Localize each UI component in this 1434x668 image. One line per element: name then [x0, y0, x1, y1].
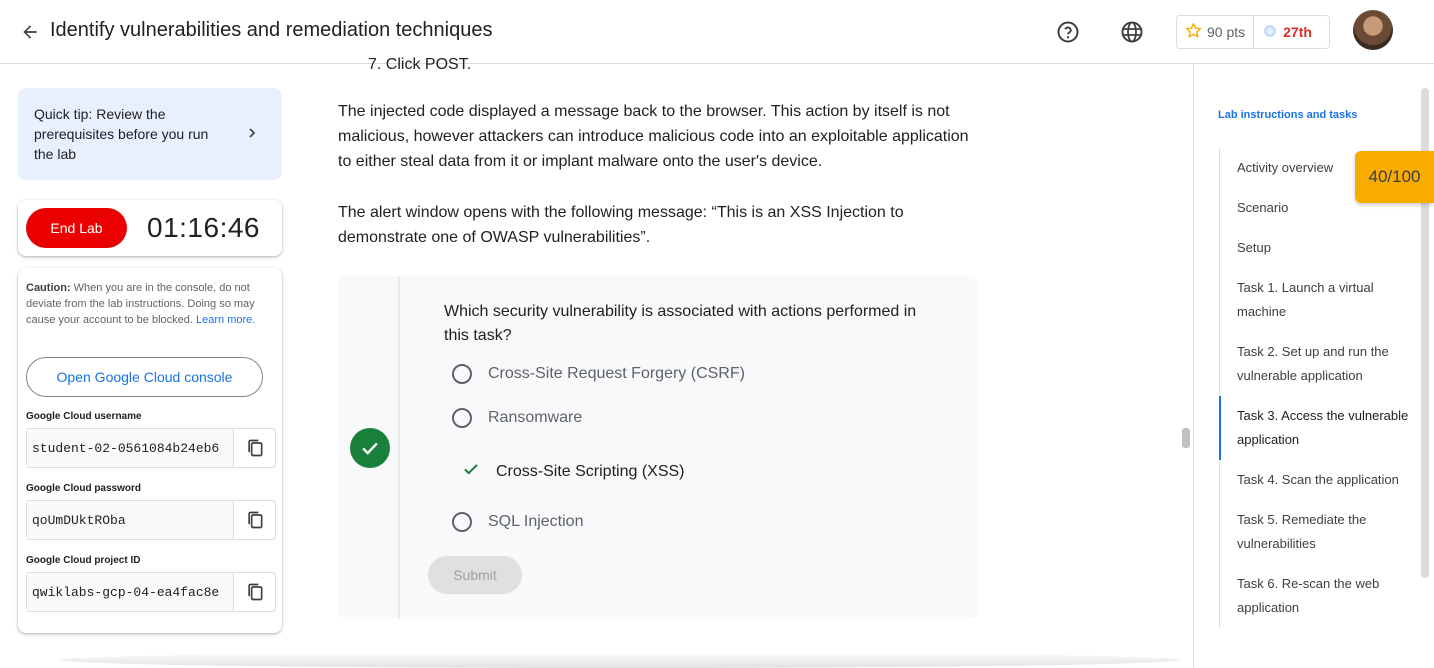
- paragraph-injected-code: The injected code displayed a message ba…: [338, 103, 969, 170]
- project-value[interactable]: qwiklabs-gcp-04-ea4fac8e: [27, 573, 234, 611]
- lab-timer: 01:16:46: [147, 212, 260, 243]
- rank-gem-icon: [1262, 23, 1278, 42]
- toc-list: Activity overview Scenario Setup Task 1.…: [1219, 148, 1419, 628]
- password-field: qoUmDUktROba: [26, 500, 276, 540]
- toc-item-task-5[interactable]: Task 5. Remediate the vulnerabilities: [1220, 500, 1419, 564]
- toc-item-task-3[interactable]: Task 3. Access the vulnerable applicatio…: [1219, 396, 1419, 460]
- learn-more-link[interactable]: Learn more.: [196, 314, 255, 326]
- quick-tip-card[interactable]: Quick tip: Review the prerequisites befo…: [18, 88, 282, 180]
- toc-item-task-4[interactable]: Task 4. Scan the application: [1220, 460, 1419, 500]
- option-label: Cross-Site Scripting (XSS): [496, 462, 685, 480]
- username-value[interactable]: student-02-0561084b24eb6: [27, 429, 234, 467]
- caution-label: Caution:: [26, 282, 71, 294]
- username-field: student-02-0561084b24eb6: [26, 428, 276, 468]
- points-display: 90 pts: [1177, 16, 1253, 48]
- quiz-option[interactable]: SQL Injection: [452, 512, 583, 532]
- option-label: SQL Injection: [488, 513, 584, 530]
- radio-button[interactable]: [452, 512, 472, 532]
- points-rank-widget[interactable]: 90 pts 27th: [1176, 15, 1330, 49]
- caution-text: Caution: When you are in the console, do…: [26, 280, 274, 328]
- back-arrow-icon[interactable]: [16, 18, 44, 46]
- project-label: Google Cloud project ID: [26, 555, 141, 566]
- quiz-status-gutter: [338, 276, 400, 619]
- partial-step-text: 7. Click POST.: [368, 56, 472, 70]
- project-field: qwiklabs-gcp-04-ea4fac8e: [26, 572, 276, 612]
- points-label: 90 pts: [1207, 24, 1246, 40]
- submit-button[interactable]: Submit: [428, 556, 522, 594]
- password-label: Google Cloud password: [26, 483, 142, 494]
- end-lab-button[interactable]: End Lab: [26, 208, 127, 248]
- copy-icon[interactable]: [234, 501, 275, 539]
- help-icon[interactable]: [1056, 20, 1080, 44]
- toc-item-task-6[interactable]: Task 6. Re-scan the web application: [1220, 564, 1419, 628]
- open-console-button[interactable]: Open Google Cloud console: [26, 357, 263, 397]
- top-header: Identify vulnerabilities and remediation…: [0, 0, 1434, 64]
- quiz-option-selected[interactable]: Cross-Site Scripting (XSS): [462, 460, 685, 483]
- toc-item-task-1[interactable]: Task 1. Launch a virtual machine: [1220, 268, 1419, 332]
- chevron-right-icon: [246, 126, 258, 145]
- copy-icon[interactable]: [234, 429, 275, 467]
- paragraph-alert-window: The alert window opens with the followin…: [338, 204, 904, 246]
- username-label: Google Cloud username: [26, 411, 142, 422]
- page-title: Identify vulnerabilities and remediation…: [50, 19, 493, 41]
- quiz-question: Which security vulnerability is associat…: [444, 303, 917, 344]
- avatar[interactable]: [1353, 10, 1393, 50]
- option-label: Ransomware: [488, 409, 583, 426]
- option-label: Cross-Site Request Forgery (CSRF): [488, 365, 745, 382]
- checkmark-icon: [462, 460, 480, 483]
- bottom-shadow: [60, 652, 1180, 668]
- correct-check-icon: [350, 428, 390, 468]
- radio-button[interactable]: [452, 408, 472, 428]
- lab-control-card: End Lab 01:16:46: [18, 200, 282, 256]
- toc-item-setup[interactable]: Setup: [1220, 228, 1419, 268]
- toc-item-task-2[interactable]: Task 2. Set up and run the vulnerable ap…: [1220, 332, 1419, 396]
- password-value[interactable]: qoUmDUktROba: [27, 501, 234, 539]
- lab-instructions-content: 7. Click POST. The injected code display…: [300, 56, 1180, 668]
- quiz-card: Which security vulnerability is associat…: [338, 276, 978, 619]
- rank-label: 27th: [1283, 24, 1312, 40]
- copy-icon[interactable]: [234, 573, 275, 611]
- panel-resize-handle[interactable]: [1182, 428, 1190, 448]
- score-badge: 40/100: [1355, 151, 1434, 203]
- star-icon: [1185, 22, 1202, 42]
- quiz-option[interactable]: Ransomware: [452, 408, 582, 428]
- radio-button[interactable]: [452, 364, 472, 384]
- globe-icon[interactable]: [1120, 20, 1144, 44]
- quiz-option[interactable]: Cross-Site Request Forgery (CSRF): [452, 364, 745, 384]
- quick-tip-text: Quick tip: Review the prerequisites befo…: [34, 106, 209, 162]
- toc-title: Lab instructions and tasks: [1218, 109, 1358, 121]
- credentials-card: Caution: When you are in the console, do…: [18, 268, 282, 633]
- rank-display: 27th: [1254, 16, 1320, 48]
